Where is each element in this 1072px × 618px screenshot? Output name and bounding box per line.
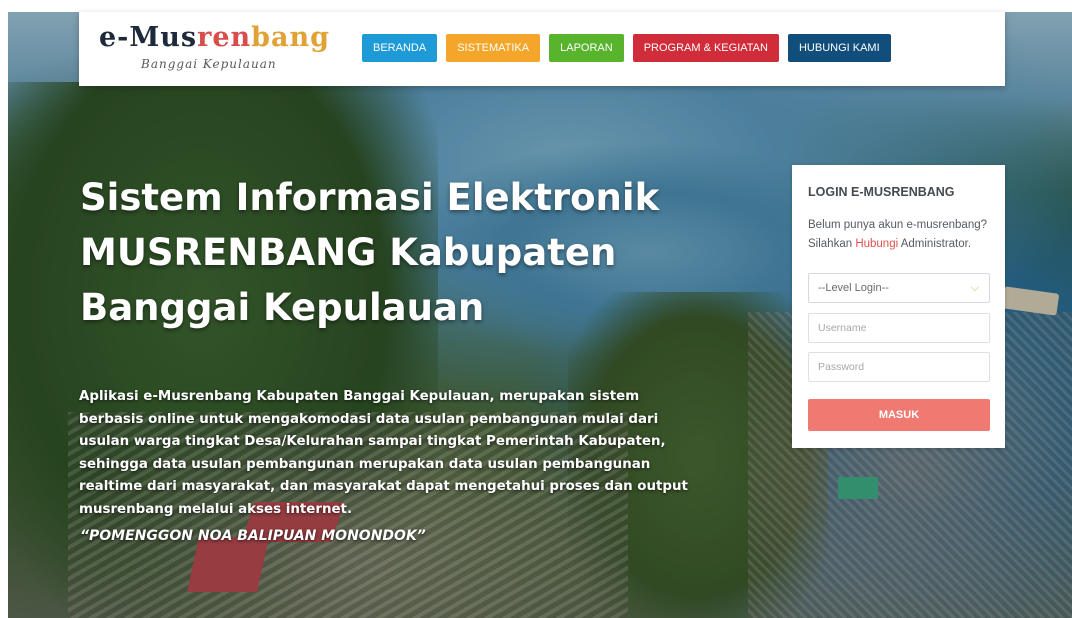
username-input[interactable]: Username <box>808 313 990 343</box>
nav-hubungi-kami-button[interactable]: HUBUNGI KAMI <box>787 34 891 62</box>
nav-sistematika-button[interactable]: SISTEMATIKA <box>446 34 541 62</box>
site-logo[interactable]: e-Musrenbang Banggai Kepulauan <box>99 22 329 80</box>
chevron-down-icon: ⌵ <box>970 282 979 294</box>
login-info-text: Belum punya akun e-musrenbang? Silahkan … <box>808 219 988 250</box>
level-login-value: --Level Login-- <box>818 282 889 294</box>
login-title: LOGIN E-MUSRENBANG <box>808 185 955 199</box>
nav-laporan-button[interactable]: LAPORAN <box>549 34 624 62</box>
login-submit-button[interactable]: MASUK <box>808 399 990 431</box>
top-navbar: e-Musrenbang Banggai Kepulauan BERANDA S… <box>79 12 1005 86</box>
logo-wordmark: e-Musrenbang <box>99 22 331 53</box>
logo-subtitle: Banggai Kepulauan <box>141 57 277 71</box>
level-login-select[interactable]: --Level Login-- ⌵ <box>808 273 990 303</box>
password-input[interactable]: Password <box>808 352 990 382</box>
contact-admin-link[interactable]: Hubungi <box>855 238 898 250</box>
hero-motto: “POMENGGON NOA BALIPUAN MONONDOK” <box>80 528 426 544</box>
nav-program-kegiatan-button[interactable]: PROGRAM & KEGIATAN <box>632 34 779 62</box>
main-nav: BERANDA SISTEMATIKA LAPORAN PROGRAM & KE… <box>362 34 891 62</box>
nav-beranda-button[interactable]: BERANDA <box>362 34 438 62</box>
login-panel: LOGIN E-MUSRENBANG Belum punya akun e-mu… <box>792 165 1005 448</box>
hero-description: Aplikasi e-Musrenbang Kabupaten Banggai … <box>79 389 688 517</box>
hero-headline: Sistem Informasi Elektronik MUSRENBANG K… <box>80 176 660 329</box>
